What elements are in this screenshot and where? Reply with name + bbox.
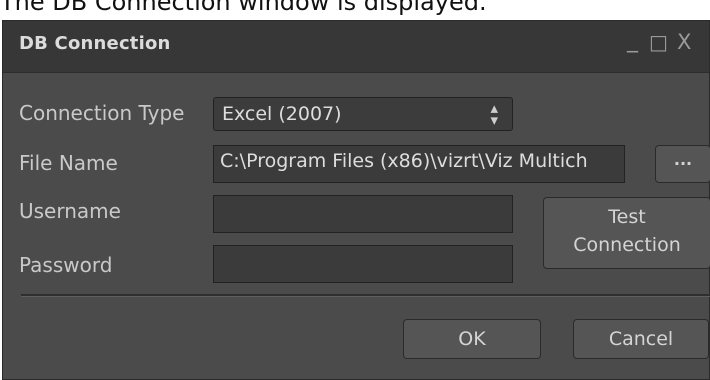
browse-button[interactable]: ... bbox=[655, 145, 710, 183]
minimize-icon[interactable]: _ bbox=[627, 28, 638, 53]
caption-text: The DB Connection window is displayed. bbox=[0, 0, 487, 16]
select-arrows-icon: ▴ ▾ bbox=[490, 99, 498, 129]
password-label: Password bbox=[19, 253, 113, 277]
maximize-icon[interactable]: □ bbox=[649, 30, 668, 54]
db-connection-window: DB Connection _ □ X Connection Type Exce… bbox=[2, 20, 710, 380]
username-label: Username bbox=[19, 199, 121, 223]
title-bar: DB Connection _ □ X bbox=[3, 21, 709, 73]
password-field[interactable] bbox=[213, 245, 513, 283]
test-connection-line2: Connection bbox=[573, 234, 681, 256]
test-connection-button[interactable]: Test Connection bbox=[543, 197, 710, 269]
test-connection-line1: Test bbox=[608, 206, 646, 228]
connection-type-label: Connection Type bbox=[19, 101, 185, 125]
close-icon[interactable]: X bbox=[677, 30, 691, 54]
file-name-field[interactable]: C:\Program Files (x86)\vizrt\Viz Multich bbox=[213, 145, 625, 183]
cancel-button[interactable]: Cancel bbox=[573, 319, 709, 359]
connection-type-select[interactable]: Excel (2007) ▴ ▾ bbox=[213, 97, 513, 131]
connection-type-value: Excel (2007) bbox=[222, 103, 342, 125]
divider bbox=[21, 294, 710, 297]
ok-button[interactable]: OK bbox=[403, 319, 541, 359]
window-title: DB Connection bbox=[19, 33, 171, 54]
page: The DB Connection window is displayed. D… bbox=[0, 0, 710, 380]
file-name-label: File Name bbox=[19, 151, 118, 175]
username-field[interactable] bbox=[213, 195, 513, 233]
